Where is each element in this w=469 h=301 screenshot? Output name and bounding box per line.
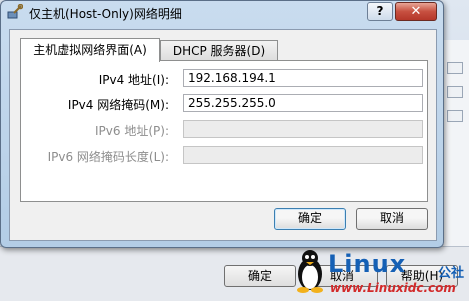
host-only-network-dialog: 仅主机(Host-Only)网络明细 ? ✕ 主机虚拟网络界面(A) DHCP … <box>0 0 444 248</box>
watermark: Linux 公社 www.Linuxidc.com <box>294 248 469 300</box>
tab-dhcp-server[interactable]: DHCP 服务器(D) <box>160 40 278 61</box>
close-button[interactable]: ✕ <box>395 2 437 21</box>
ipv4-mask-label: IPv4 网络掩码(M): <box>67 98 169 112</box>
ipv4-address-input[interactable] <box>183 69 423 87</box>
background-ok-button[interactable]: 确定 <box>224 265 296 287</box>
watermark-title: Linux <box>328 250 407 278</box>
tab-panel-host-adapter: IPv4 地址(I): IPv4 网络掩码(M): IPv6 地址(P): IP… <box>20 60 428 202</box>
background-checkbox <box>447 86 463 98</box>
dialog-body: 主机虚拟网络界面(A) DHCP 服务器(D) IPv4 地址(I): IPv4… <box>9 29 437 241</box>
background-checkbox <box>447 62 463 74</box>
ipv6-prefix-input[interactable] <box>183 146 423 164</box>
network-wrench-icon <box>7 4 23 19</box>
watermark-suffix: 公社 <box>438 266 465 281</box>
ipv4-mask-input[interactable] <box>183 94 423 112</box>
ok-button[interactable]: 确定 <box>274 208 346 230</box>
dialog-title: 仅主机(Host-Only)网络明细 <box>29 7 182 21</box>
title-bar[interactable]: 仅主机(Host-Only)网络明细 ? ✕ <box>1 1 443 25</box>
ipv6-prefix-label: IPv6 网络掩码长度(L): <box>47 150 169 164</box>
ipv6-address-input[interactable] <box>183 120 423 138</box>
cancel-button[interactable]: 取消 <box>356 208 428 230</box>
tab-host-adapter[interactable]: 主机虚拟网络界面(A) <box>20 38 160 62</box>
ipv4-address-label: IPv4 地址(I): <box>98 73 169 87</box>
help-button[interactable]: ? <box>367 2 393 21</box>
background-checkbox <box>447 110 463 122</box>
ipv6-address-label: IPv6 地址(P): <box>95 124 169 138</box>
tux-penguin-icon <box>297 250 323 293</box>
watermark-url: www.Linuxidc.com <box>330 281 456 295</box>
